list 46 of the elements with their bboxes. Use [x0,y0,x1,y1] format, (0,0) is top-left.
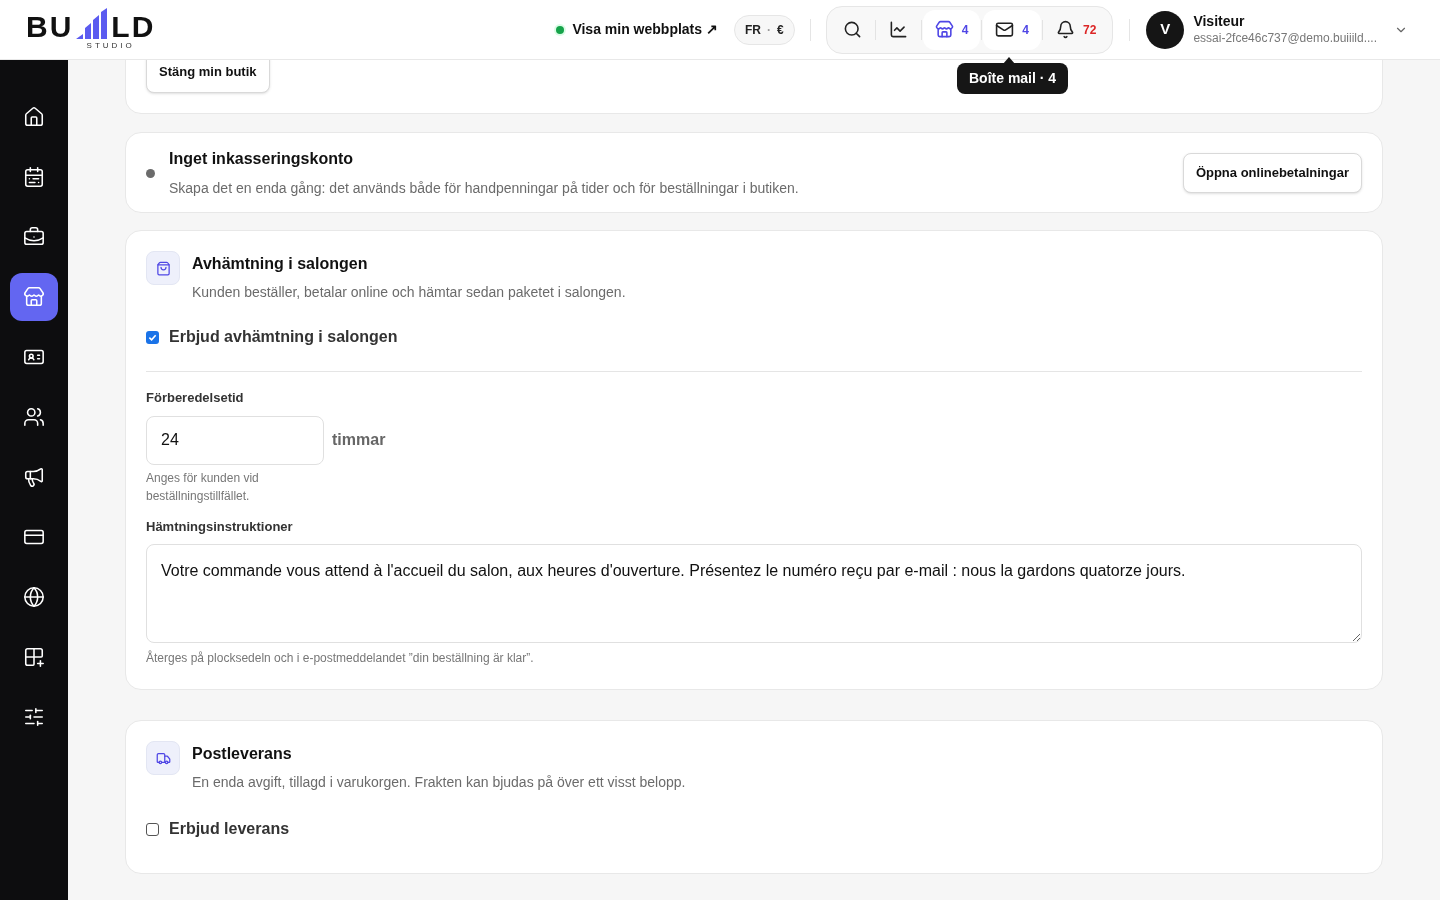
field-label: Förberedelsetid [146,389,245,407]
user-email: essai-2fce46c737@demo.buiiild.... [1193,30,1377,46]
home-icon [23,106,45,128]
mail-icon [995,20,1015,39]
input-field[interactable]: 24 [146,415,324,465]
section-title: Avhämtning i salongen [192,254,369,274]
sidebar-item[interactable] [10,273,58,321]
checkbox[interactable] [146,822,159,836]
tooltip: Boîte mail · 4 [957,63,1069,94]
calendar-icon [23,166,45,188]
search-icon [842,20,862,39]
toolbar-button[interactable]: 4 [922,9,981,50]
close-shop-button[interactable]: Stäng min butik [146,60,270,93]
bell-icon [1056,20,1075,39]
section-description: En enda avgift, tillagd i varukorgen. Frakten kan bjudas på över ett visst belopp. [192,773,686,792]
unit-label: timmar [332,430,386,450]
logo[interactable]: BU LD STUDIO [26,7,156,52]
section-description: Kunden beställer, betalar online och hämtar sedan paketet i salongen. [192,283,626,302]
open-payments-button[interactable]: Öppna onlinebetalningar [1182,152,1362,193]
toolbar-button[interactable]: 72 [1044,9,1109,50]
truck-icon [146,741,180,775]
globe-icon [23,586,45,608]
section-description: Skapa det en enda gång: det används både för handpenningar på tider och för beställningar i butiken. [169,178,799,198]
user-name: Visiteur [1193,13,1246,31]
field-hint: Anges för kunden vid beställningstillfället. [146,469,260,505]
users-icon [23,406,45,428]
checkbox[interactable] [146,330,159,344]
field-hint: Återges på plocksedeln och i e-postmeddelandet ”din beställning är klar”. [146,649,535,667]
megaphone-icon [23,466,45,488]
store-icon [934,20,954,39]
shopping-bag-icon [146,251,180,285]
checkbox-label: Erbjud leverans [169,819,290,839]
toolbar-button[interactable]: 4 [983,9,1041,50]
website-link[interactable]: Visa min webbplats ↗ [556,19,718,40]
apps-icon [23,646,45,668]
sliders-icon [23,706,45,728]
field-label: Hämtningsinstruktioner [146,517,294,536]
text-area[interactable]: Votre commande vous attend à l'accueil du salon, aux heures d'ouverture. Présentez le numéro reçu par e-mail : nous la gardons quatorze jours. [146,544,1362,643]
briefcase-icon [23,226,45,248]
section-title: Inget inkasseringskonto [169,148,355,169]
user-avatar[interactable]: V [1146,10,1185,49]
store-icon [23,286,45,308]
locale-button[interactable]: FR · € [733,14,795,45]
checkbox-label: Erbjud avhämtning i salongen [169,327,398,347]
section-title: Postleverans [192,744,293,764]
chart-icon [888,20,908,39]
